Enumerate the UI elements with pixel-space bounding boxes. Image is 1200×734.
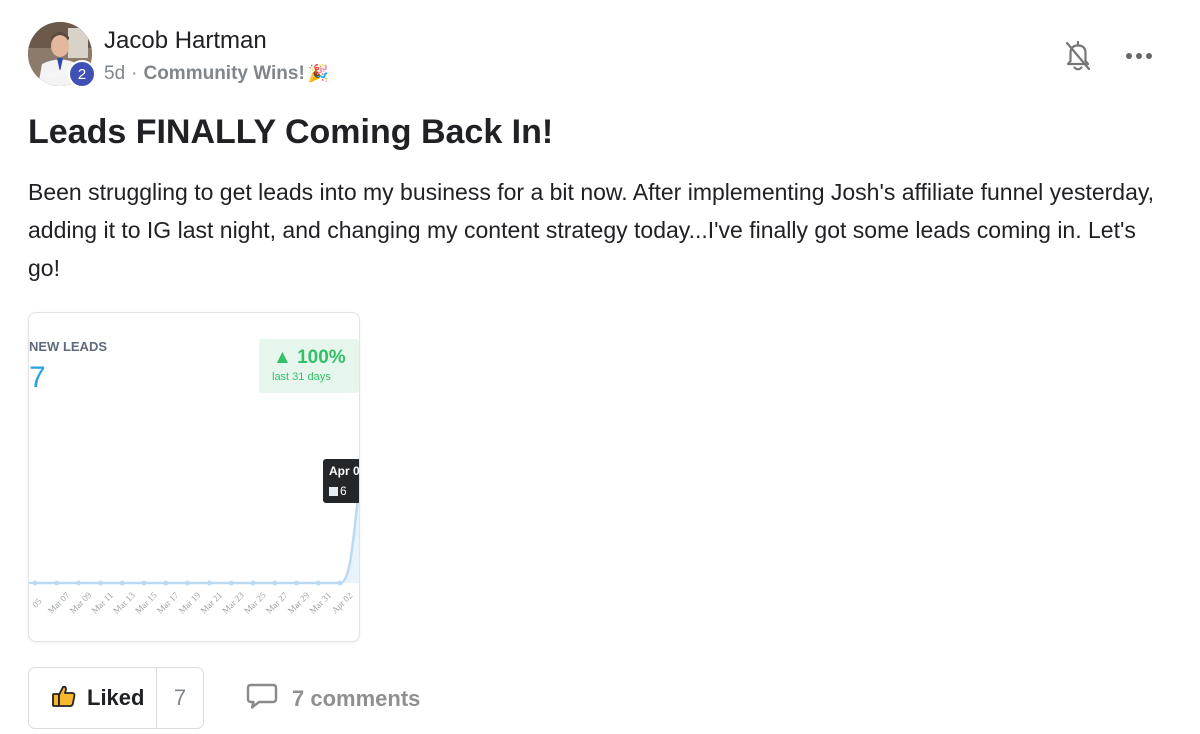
x-tick-label: Mar 13 [111,590,137,616]
level-badge: 2 [68,60,96,88]
x-tick-label: Mar 17 [155,590,181,616]
x-tick-label: Mar 19 [177,590,203,616]
data-point [250,580,256,586]
comment-bubble-icon [246,682,278,715]
attachment-image[interactable]: NEW LEADS 7 ▲ 100% last 31 days 05 Mar 07… [28,312,360,642]
data-point [316,580,321,586]
like-label: Liked [87,685,145,710]
more-horizontal-icon[interactable] [1124,45,1158,67]
x-tick-label: Mar 11 [90,590,115,615]
post-title: Leads FINALLY Coming Back In! [28,113,554,151]
x-tick-label: Mar 21 [198,590,224,616]
chart-tooltip: Apr 0 6 [323,459,360,503]
x-tick-label: Mar 09 [68,590,94,616]
party-emoji-icon: 🎉 [307,64,329,83]
post-age[interactable]: 5d [104,63,125,85]
x-tick-label: Mar 15 [133,590,159,616]
data-point [54,580,60,586]
x-tick-label: Mar 23 [220,590,246,616]
data-point [272,580,278,586]
data-point [207,580,212,586]
data-point [32,580,38,586]
data-point [163,580,169,586]
tooltip-value-row: 6 [329,484,347,498]
data-point [98,580,103,586]
data-point [119,580,125,586]
thumbs-up-icon [51,683,77,714]
meta-separator: · [131,63,138,84]
data-point [337,580,343,586]
x-tick-label: Mar 07 [46,590,72,616]
like-toggle[interactable]: Liked [29,668,157,728]
x-tick-label: Mar 31 [307,590,333,616]
x-tick-label: Mar 29 [286,590,312,616]
author-name[interactable]: Jacob Hartman [104,27,267,55]
x-tick-label: Mar 27 [264,590,290,616]
data-point [228,580,234,586]
tooltip-date: Apr 0 [329,464,360,478]
comments-link[interactable]: 7 comments [246,682,420,715]
data-point [141,580,147,586]
line-chart: 05 Mar 07Mar 09Mar 11Mar 13Mar 15Mar 17Ma… [29,476,359,616]
x-tick-label: Ap [356,595,359,610]
x-tick-label: 05 [30,596,44,610]
like-count[interactable]: 7 [157,668,203,728]
data-point [185,580,191,586]
like-button[interactable]: Liked 7 [28,667,204,729]
comments-count: 7 comments [292,685,421,711]
x-tick-label: Mar 25 [242,590,268,616]
data-point [294,580,299,586]
category-link[interactable]: Community Wins! [143,63,304,85]
x-tick-label: Apr 02 [330,590,355,615]
post-meta: 5d · Community Wins! 🎉 [104,63,329,85]
tooltip-value: 6 [340,484,347,498]
data-point [76,580,81,586]
bell-off-icon[interactable] [1062,38,1094,74]
post-body: Been struggling to get leads into my bus… [28,179,1155,281]
series-line [35,476,359,585]
author-avatar-wrap[interactable]: 2 [28,22,96,88]
tooltip-swatch [329,486,338,496]
